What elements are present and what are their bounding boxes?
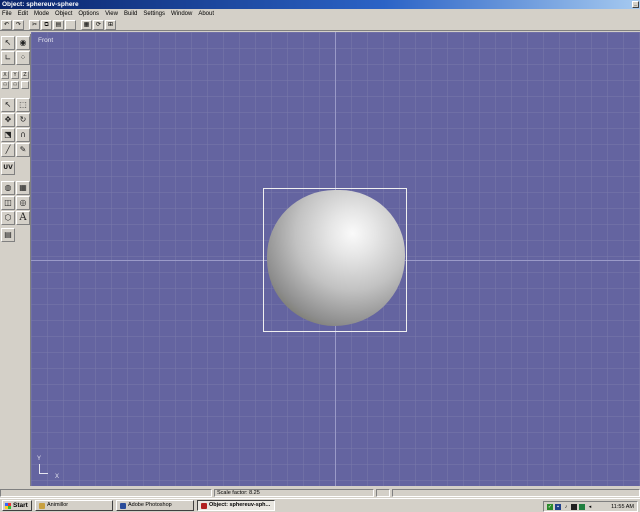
menu-build[interactable]: Build xyxy=(124,11,137,17)
magnet-icon[interactable]: ∩ xyxy=(16,128,30,142)
move-icon[interactable]: ✥ xyxy=(1,113,15,127)
selection-bounding-box[interactable] xyxy=(263,188,407,332)
tray-app-icon[interactable] xyxy=(579,503,585,510)
taskbar: Start Animillor Adobe Photoshop Object: … xyxy=(0,498,640,512)
select-arrow-icon[interactable]: ↖ xyxy=(1,36,15,50)
pencil-icon[interactable]: ✎ xyxy=(16,143,30,157)
hierarchy-alt-icon[interactable]: ⚇ xyxy=(11,81,19,89)
rotate-icon[interactable]: ↻ xyxy=(16,113,30,127)
front-viewport[interactable]: Front Y X xyxy=(31,32,640,486)
blank-tool-icon[interactable] xyxy=(21,81,29,89)
axis-icon[interactable]: ∟ xyxy=(1,51,15,65)
status-bar: Scale factor: 8.25 xyxy=(0,488,640,497)
menu-mode[interactable]: Mode xyxy=(34,11,49,17)
x-axis-button[interactable]: X xyxy=(1,71,9,79)
start-button[interactable]: Start xyxy=(2,500,32,511)
axis-x-label: X xyxy=(55,474,60,480)
task-label: Adobe Photoshop xyxy=(128,502,172,508)
window-title: Object: sphereuv-sphere xyxy=(2,1,79,8)
menu-about[interactable]: About xyxy=(198,11,214,17)
viewport-label: Front xyxy=(38,37,54,44)
scale-icon[interactable]: ⬔ xyxy=(1,128,15,142)
eye-icon[interactable]: ◉ xyxy=(16,36,30,50)
torus-primitive-icon[interactable]: ◎ xyxy=(16,196,30,210)
status-small-panel xyxy=(376,488,390,497)
photoshop-icon xyxy=(120,502,126,509)
table-icon[interactable]: ▤ xyxy=(1,228,15,242)
clock: 11:55 AM xyxy=(611,503,634,510)
task-photoshop[interactable]: Adobe Photoshop xyxy=(116,500,194,511)
tray-volume-icon[interactable]: ◂ xyxy=(587,504,593,510)
z-axis-button[interactable]: Z xyxy=(21,71,29,79)
menu-settings[interactable]: Settings xyxy=(143,11,165,17)
paste-icon[interactable]: ▤ xyxy=(53,19,64,30)
axis-gizmo xyxy=(39,464,48,474)
axis-y-label: Y xyxy=(37,456,42,462)
menu-view[interactable]: View xyxy=(105,11,118,17)
menu-options[interactable]: Options xyxy=(78,11,99,17)
marquee-icon[interactable]: ⬚ xyxy=(16,98,30,112)
task-label: Animillor xyxy=(47,502,69,508)
uv-button[interactable]: UV xyxy=(1,161,15,175)
scale-factor: Scale factor: 8.25 xyxy=(214,488,374,497)
undo-icon[interactable]: ↶ xyxy=(1,19,12,30)
toolbar: ↶ ↷ ✂ ⧉ ▤ ▦ ⟳ ⊞ xyxy=(0,19,640,31)
copy-icon[interactable]: ⧉ xyxy=(41,19,52,30)
status-left-panel xyxy=(0,488,212,497)
task-label: Object: sphereuv-sph... xyxy=(209,502,271,508)
task-object-window[interactable]: Object: sphereuv-sph... xyxy=(197,500,275,511)
app-icon xyxy=(39,502,45,509)
sphere-primitive-icon[interactable]: ◍ xyxy=(1,181,15,195)
tool-palette: ↖ ◉ ∟ ⁘ X Y Z ⚇ ⚇ ↖ ⬚ ✥ ↻ ⬔ ∩ ╱ ✎ UV ◍ ▦… xyxy=(0,34,31,486)
tray-network-icon[interactable]: ▪ xyxy=(555,503,561,510)
windows-logo-icon xyxy=(5,502,11,509)
menu-file[interactable]: File xyxy=(2,11,12,17)
status-right-panel xyxy=(392,488,640,497)
cylinder-primitive-icon[interactable]: ◫ xyxy=(1,196,15,210)
redo-icon[interactable]: ↷ xyxy=(13,19,24,30)
cut-icon[interactable]: ✂ xyxy=(29,19,40,30)
arrange-icon[interactable]: ⊞ xyxy=(105,19,116,30)
line-icon[interactable]: ╱ xyxy=(1,143,15,157)
app-icon xyxy=(201,502,207,509)
y-axis-button[interactable]: Y xyxy=(11,71,19,79)
title-bar: Object: sphereuv-sphere _ xyxy=(0,0,640,9)
system-tray: ✓ ▪ ♪ ◂ 11:55 AM xyxy=(543,501,638,512)
menu-edit[interactable]: Edit xyxy=(18,11,28,17)
menu-bar: File Edit Mode Object Options View Build… xyxy=(0,9,640,19)
grid-view-icon[interactable]: ▦ xyxy=(81,19,92,30)
points-icon[interactable]: ⁘ xyxy=(16,51,30,65)
minimize-button[interactable]: _ xyxy=(632,1,639,8)
blank-icon[interactable] xyxy=(65,19,76,30)
menu-window[interactable]: Window xyxy=(171,11,192,17)
menu-object[interactable]: Object xyxy=(55,11,72,17)
start-label: Start xyxy=(13,502,28,509)
grid-primitive-icon[interactable]: ▦ xyxy=(16,181,30,195)
hexagon-primitive-icon[interactable]: ⬡ xyxy=(1,211,15,225)
hierarchy-icon[interactable]: ⚇ xyxy=(1,81,9,89)
rotate-view-icon[interactable]: ⟳ xyxy=(93,19,104,30)
tray-monitor-icon[interactable] xyxy=(571,503,577,510)
text-tool-button[interactable]: A xyxy=(16,211,30,225)
pointer-icon[interactable]: ↖ xyxy=(1,98,15,112)
tray-speaker-icon[interactable]: ♪ xyxy=(563,504,569,510)
tray-check-icon[interactable]: ✓ xyxy=(547,503,553,510)
task-animillor[interactable]: Animillor xyxy=(35,500,113,511)
